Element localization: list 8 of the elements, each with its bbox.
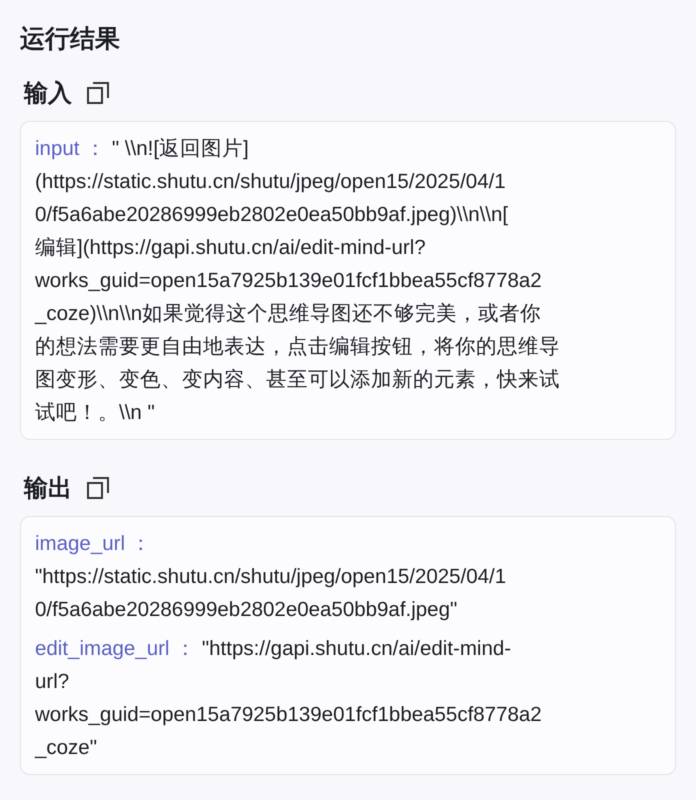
field-text: input ： " \\n![返回图片] (https://static.shutu.cn/shutu/jpeg/open15/2025/04/1 0/f5a6abe20286999eb2802e0ea50bb9af.jpeg)\\n\\n[ 编辑](https://gapi.shutu.cn/ai/edit-mind-url? works_guid=open15a7925b139e01fcf1bbea55cf8778a2 _coze)\\n\\n如果觉得这个思维导图还不够完美，或者你 的想法需要更自由地表达，点击编辑按钮，将你的思维导 图变形、变色、变内容、甚至可以添加新的元素，快来试 试吧！。\\n " — [35, 136, 561, 426]
panel-title: 运行结果 — [20, 24, 121, 55]
copy-icon[interactable] — [86, 476, 110, 500]
section-label: 输出 — [24, 474, 72, 504]
field-text: image_url ： "https://static.shutu.cn/shutu/jpeg/open15/2025/04/1 0/f5a6abe20286999eb2802e0ea50bb9af.jpeg" — [35, 531, 508, 623]
copy-icon[interactable] — [86, 81, 110, 105]
field-text: edit_image_url ： "https://gapi.shutu.cn/ai/edit-mind- url? works_guid=open15a7925b139e01fcf1bbea55cf8778a2 _coze" — [35, 636, 543, 761]
section-label: 输入 — [24, 79, 72, 109]
